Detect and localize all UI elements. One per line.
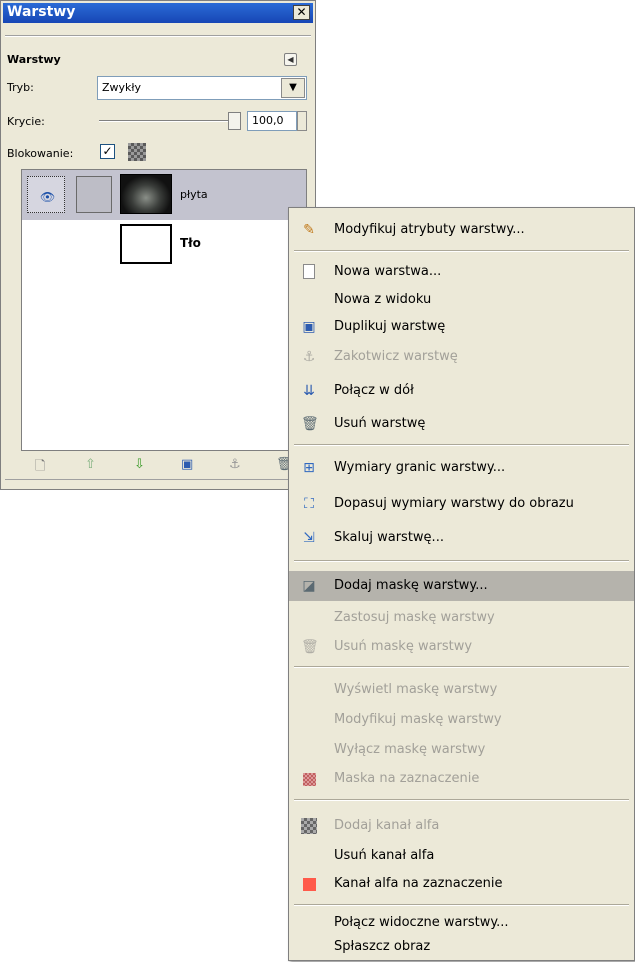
menu-item-apply-layer-mask[interactable]: Zastosuj maskę warstwy	[289, 603, 634, 633]
menu-item-label: Usuń warstwę	[334, 416, 426, 431]
menu-item-layer-to-image-size[interactable]: ⛶ Dopasuj wymiary warstwy do obrazu	[289, 489, 634, 519]
menu-item-label: Wyłącz maskę warstwy	[334, 742, 486, 757]
menu-item-delete-layer-mask[interactable]: 🗑 Usuń maskę warstwy	[289, 632, 634, 662]
layer-name[interactable]: płyta	[180, 188, 208, 201]
visibility-toggle[interactable]: 👁	[27, 176, 65, 213]
pencil-icon: ✎	[303, 222, 315, 238]
anchor-icon: ⚓	[302, 349, 316, 365]
menu-item-disable-layer-mask[interactable]: Wyłącz maskę warstwy	[289, 735, 634, 765]
merge-down-icon: ⇊	[303, 383, 315, 399]
menu-item-edit-layer-mask[interactable]: Modyfikuj maskę warstwy	[289, 705, 634, 735]
menu-item-label: Dodaj maskę warstwy...	[334, 578, 488, 593]
window-title: Warstwy	[7, 4, 76, 20]
menu-item-label: Kanał alfa na zaznaczenie	[334, 876, 503, 891]
menu-item-add-alpha-channel[interactable]: Dodaj kanał alfa	[289, 811, 634, 841]
menu-item-label: Połącz w dół	[334, 383, 414, 398]
menu-item-label: Skaluj warstwę...	[334, 530, 444, 545]
layer-context-menu: ✎ Modyfikuj atrybuty warstwy... Nowa war…	[288, 207, 635, 961]
menu-item-label: Zastosuj maskę warstwy	[334, 610, 495, 625]
mode-select[interactable]: Zwykły ▼	[97, 76, 307, 100]
menu-item-new-from-visible[interactable]: Nowa z widoku	[289, 285, 634, 315]
opacity-input[interactable]: 100,0	[247, 111, 297, 131]
menu-item-label: Wymiary granic warstwy...	[334, 460, 506, 475]
menu-item-label: Wyświetl maskę warstwy	[334, 682, 498, 697]
trash-icon: 🗑	[301, 416, 319, 432]
mode-label: Tryb:	[7, 81, 34, 94]
menu-item-add-layer-mask[interactable]: ◪ Dodaj maskę warstwy...	[289, 571, 634, 601]
menu-separator	[294, 250, 629, 252]
menu-item-duplicate-layer[interactable]: ▣ Duplikuj warstwę	[289, 312, 634, 342]
menu-item-label: Usuń maskę warstwy	[334, 639, 473, 654]
layers-dialog: Warstwy ✕ Warstwy ◀ Tryb: Zwykły ▼ Kryci…	[0, 0, 316, 490]
scale-icon: ⇲	[303, 530, 315, 546]
menu-item-label: Zakotwicz warstwę	[334, 349, 458, 364]
lower-layer-icon[interactable]: ⇩	[134, 457, 145, 472]
opacity-slider-track[interactable]	[99, 120, 229, 122]
menu-item-anchor-layer[interactable]: ⚓ Zakotwicz warstwę	[289, 342, 634, 372]
menu-item-label: Dodaj kanał alfa	[334, 818, 440, 833]
fit-canvas-icon: ⛶	[304, 496, 314, 512]
menu-item-label: Dopasuj wymiary warstwy do obrazu	[334, 496, 574, 511]
lock-label: Blokowanie:	[7, 147, 74, 160]
layer-boundary-icon: ⊞	[303, 460, 315, 476]
menu-separator	[294, 904, 629, 906]
layer-thumbnail	[120, 224, 172, 264]
menu-separator	[294, 666, 629, 668]
eye-icon: 👁	[40, 190, 56, 204]
duplicate-icon: ▣	[302, 319, 316, 335]
menu-separator	[294, 560, 629, 562]
menu-item-label: Modyfikuj atrybuty warstwy...	[334, 222, 525, 237]
menu-item-delete-layer[interactable]: 🗑 Usuń warstwę	[289, 409, 634, 439]
divider	[5, 35, 311, 37]
panel-bottom-edge	[5, 479, 311, 486]
dock-menu-button[interactable]: ◀	[284, 53, 297, 66]
new-layer-icon[interactable]: 🗋	[35, 457, 45, 479]
raise-layer-icon[interactable]: ⇧	[85, 457, 96, 472]
menu-item-layer-boundary-size[interactable]: ⊞ Wymiary granic warstwy...	[289, 453, 634, 483]
menu-item-label: Połącz widoczne warstwy...	[334, 915, 509, 930]
menu-item-label: Duplikuj warstwę	[334, 319, 446, 334]
trash-icon: 🗑	[301, 639, 319, 655]
mode-value: Zwykły	[102, 81, 142, 94]
title-bar[interactable]: Warstwy ✕	[3, 3, 313, 23]
alpha-to-selection-icon	[303, 878, 316, 891]
layer-list[interactable]: 👁 płyta Tło	[21, 169, 307, 451]
menu-item-merge-down[interactable]: ⇊ Połącz w dół	[289, 376, 634, 406]
menu-item-alpha-to-selection[interactable]: Kanał alfa na zaznaczenie	[289, 869, 634, 899]
anchor-layer-icon[interactable]: ⚓	[229, 457, 241, 472]
menu-separator	[294, 444, 629, 446]
alpha-icon	[301, 818, 317, 834]
menu-item-label: Maska na zaznaczenie	[334, 771, 480, 786]
menu-item-scale-layer[interactable]: ⇲ Skaluj warstwę...	[289, 523, 634, 553]
menu-item-show-layer-mask[interactable]: Wyświetl maskę warstwy	[289, 675, 634, 705]
new-page-icon	[303, 264, 315, 279]
layer-name[interactable]: Tło	[180, 236, 201, 250]
layer-row-plyta[interactable]: 👁 płyta	[22, 170, 306, 220]
menu-item-edit-attributes[interactable]: ✎ Modyfikuj atrybuty warstwy...	[289, 215, 634, 245]
chain-toggle[interactable]	[76, 176, 112, 213]
chevron-down-icon[interactable]: ▼	[281, 78, 305, 98]
opacity-label: Krycie:	[7, 115, 45, 128]
duplicate-layer-icon[interactable]: ▣	[181, 457, 193, 472]
layer-thumbnail	[120, 174, 172, 214]
close-button[interactable]: ✕	[293, 5, 310, 20]
menu-item-mask-to-selection[interactable]: Maska na zaznaczenie	[289, 764, 634, 794]
lock-alpha-icon[interactable]	[128, 143, 146, 161]
menu-item-label: Spłaszcz obraz	[334, 939, 431, 954]
menu-item-remove-alpha-channel[interactable]: Usuń kanał alfa	[289, 841, 634, 871]
menu-item-label: Nowa warstwa...	[334, 264, 442, 279]
opacity-slider-handle[interactable]	[228, 112, 241, 130]
menu-item-label: Nowa z widoku	[334, 292, 432, 307]
add-mask-icon: ◪	[302, 578, 316, 594]
menu-item-new-layer[interactable]: Nowa warstwa...	[289, 257, 634, 287]
menu-item-flatten-image[interactable]: Spłaszcz obraz	[289, 932, 634, 962]
mask-to-selection-icon	[303, 773, 316, 786]
menu-separator	[294, 799, 629, 801]
menu-item-label: Modyfikuj maskę warstwy	[334, 712, 502, 727]
lock-pixels-checkbox[interactable]: ✓	[100, 144, 115, 159]
panel-heading: Warstwy	[7, 53, 61, 66]
opacity-spin-buttons[interactable]	[297, 111, 307, 131]
menu-item-label: Usuń kanał alfa	[334, 848, 435, 863]
